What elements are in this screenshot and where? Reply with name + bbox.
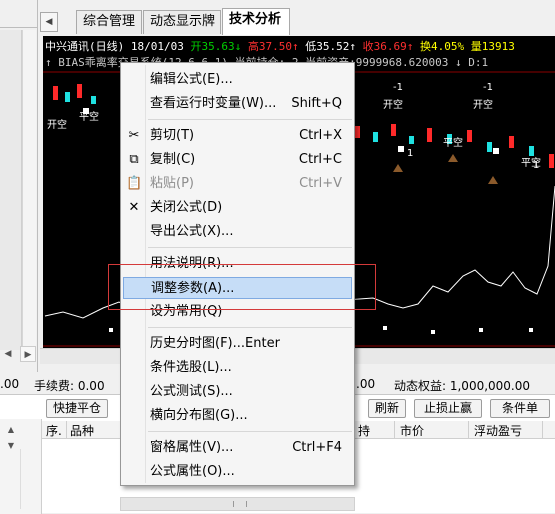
fee-label: 手续费: 0.00 (34, 379, 105, 393)
quick-close-button[interactable]: 快捷平仓 (46, 399, 108, 418)
menu-item-label: 关闭公式(D) (150, 200, 223, 215)
status-mid-value: .00 (356, 377, 376, 391)
signal-num: 1 (533, 160, 540, 171)
signal-label: 开空 (383, 100, 403, 111)
tab-bar: ◀ 综合管理 动态显示牌 技术分析 (40, 8, 555, 35)
menu-item-formula-test[interactable]: 公式测试(S)... (123, 381, 352, 403)
close-icon: ✕ (128, 200, 140, 215)
col-product[interactable]: 品种 (70, 422, 94, 439)
menu-item-shortcut: Ctrl+X (299, 128, 342, 143)
col-index[interactable]: 序. (46, 422, 62, 439)
menu-item-shortcut: Ctrl+F4 (292, 440, 342, 455)
col-floating-pnl[interactable]: 浮动盈亏 (474, 422, 522, 439)
left-panel-header (0, 8, 38, 28)
scroll-up-icon[interactable]: ▲ (4, 423, 18, 437)
scroll-left-icon[interactable]: ◀ (0, 346, 16, 362)
tab-overview[interactable]: 综合管理 (76, 10, 142, 34)
signal-label: 开空 (47, 120, 67, 131)
status-left-value: .00 (0, 377, 20, 391)
menu-item-label: 公式属性(O)... (150, 464, 235, 479)
menu-item-formula-properties[interactable]: 公式属性(O)... (123, 461, 352, 483)
menu-item-label: 导出公式(X)... (150, 224, 234, 239)
scissors-icon: ✂ (128, 128, 140, 143)
left-panel: ◀ ▶ (0, 0, 38, 372)
tab-technical-analysis[interactable]: 技术分析 (222, 8, 290, 35)
menu-item-label: 条件选股(L)... (150, 360, 232, 375)
conditional-order-button[interactable]: 条件单 (490, 399, 550, 418)
menu-item-label: 粘贴(P) (150, 176, 194, 191)
signal-label: 平空 (443, 138, 463, 149)
col-hold[interactable]: 持 (358, 422, 370, 439)
signal-num: -1 (483, 82, 493, 93)
tab-dynamic-board[interactable]: 动态显示牌 (143, 10, 221, 34)
menu-separator (148, 327, 352, 328)
scroll-right-icon[interactable]: ▶ (20, 346, 36, 362)
tab-scroll-left-icon[interactable]: ◀ (40, 12, 58, 32)
menu-separator (148, 247, 352, 248)
menu-item-label: 历史分时图(F)...Enter (150, 336, 280, 351)
stop-loss-button[interactable]: 止损止赢 (414, 399, 482, 418)
menu-item-paste[interactable]: 📋 粘贴(P) Ctrl+V (123, 173, 352, 195)
refresh-button[interactable]: 刷新 (368, 399, 406, 418)
menu-item-horizontal-distribution[interactable]: 横向分布图(G)... (123, 405, 352, 427)
menu-item-shortcut: Ctrl+C (298, 152, 342, 167)
menu-item-label: 查看运行时变量(W)... (150, 96, 277, 111)
left-panel-list[interactable] (0, 30, 22, 350)
copy-icon: ⧉ (129, 152, 139, 167)
signal-label: 开空 (473, 100, 493, 111)
signal-label: 平空 (79, 112, 99, 123)
clipboard-icon: 📋 (126, 176, 143, 191)
menu-item-edit-formula[interactable]: 编辑公式(E)... (123, 69, 352, 91)
menu-item-label: 剪切(T) (150, 128, 195, 143)
menu-item-label: 窗格属性(V)... (150, 440, 234, 455)
signal-num: 1 (407, 148, 414, 159)
scroll-thumb-grip-icon[interactable] (233, 501, 247, 507)
menu-item-view-runtime-vars[interactable]: 查看运行时变量(W)... Shift+Q (123, 93, 352, 115)
menu-item-label: 横向分布图(G)... (150, 408, 248, 423)
menu-item-copy[interactable]: ⧉ 复制(C) Ctrl+C (123, 149, 352, 171)
menu-item-pane-properties[interactable]: 窗格属性(V)... Ctrl+F4 (123, 437, 352, 459)
dynamic-equity-label: 动态权益: 1,000,000.00 (394, 379, 531, 393)
positions-horizontal-scrollbar[interactable] (120, 497, 355, 511)
col-market-price[interactable]: 市价 (400, 422, 424, 439)
menu-item-cut[interactable]: ✂ 剪切(T) Ctrl+X (123, 125, 352, 147)
menu-item-export-formula[interactable]: 导出公式(X)... (123, 221, 352, 243)
left-panel-scrollbar[interactable] (22, 30, 36, 350)
menu-item-history-intraday[interactable]: 历史分时图(F)...Enter (123, 333, 352, 355)
menu-item-stock-screener[interactable]: 条件选股(L)... (123, 357, 352, 379)
side-list-scrollbar[interactable]: ▲ ▼ (0, 419, 42, 514)
menu-item-shortcut: Ctrl+V (299, 176, 342, 191)
menu-separator (148, 119, 352, 120)
menu-item-shortcut: Shift+Q (291, 96, 342, 111)
signal-num: -1 (393, 82, 403, 93)
menu-item-close-formula[interactable]: ✕ 关闭公式(D) (123, 197, 352, 219)
menu-separator (148, 431, 352, 432)
scroll-down-icon[interactable]: ▼ (4, 439, 18, 453)
menu-item-label: 编辑公式(E)... (150, 72, 233, 87)
menu-item-label: 复制(C) (150, 152, 196, 167)
highlight-annotation-box (108, 264, 376, 310)
menu-item-label: 公式测试(S)... (150, 384, 233, 399)
